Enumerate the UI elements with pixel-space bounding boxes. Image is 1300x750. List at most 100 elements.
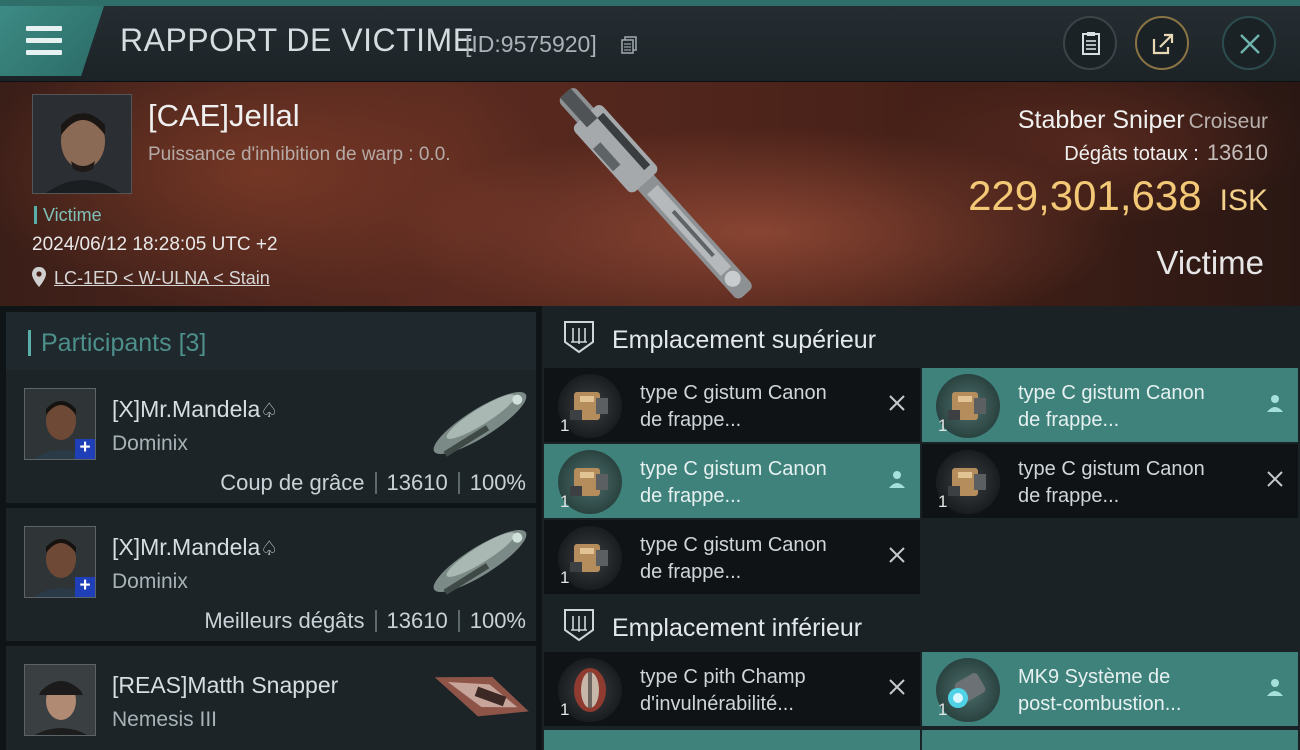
participant-percent: 100%: [469, 470, 526, 495]
participant-name[interactable]: [REAS]Matth Snapper: [112, 672, 338, 699]
module-name: type C gistum Canon de frappe...: [640, 532, 860, 586]
participant-ship: Dominix: [112, 570, 188, 593]
participant-name[interactable]: [X]Mr.Mandela♤: [112, 396, 278, 423]
share-icon: [1152, 33, 1174, 55]
module-name-line: de frappe...: [640, 485, 742, 507]
upper-slot-header: Emplacement supérieur: [542, 306, 1300, 368]
module-item[interactable]: 1 MK9 Système de post-combustion...: [922, 652, 1298, 726]
participant-portrait-image: [25, 665, 95, 735]
total-damage: Dégâts totaux : 13610: [1064, 140, 1268, 166]
participant-card[interactable]: + [X]Mr.Mandela♤ Dominix Meilleurs dégât…: [6, 508, 536, 642]
module-name: type C gistum Canon de frappe...: [640, 456, 860, 510]
participants-header: Participants [3]: [6, 312, 536, 370]
participant-name[interactable]: [X]Mr.Mandela♤: [112, 534, 278, 561]
lower-slot-icon: [564, 609, 594, 642]
kill-datetime: 2024/06/12 18:28:05 UTC +2: [32, 234, 278, 255]
participant-name-text: [X]Mr.Mandela: [112, 534, 261, 560]
module-name-line: de frappe...: [1018, 409, 1120, 431]
location-link[interactable]: LC-1ED < W-ULNA < Stain: [54, 268, 270, 289]
module-item[interactable]: 1 type C gistum Canon de frappe...: [544, 520, 920, 594]
module-item[interactable]: 1 type C gistum Canon de frappe...: [922, 444, 1298, 518]
module-name-line: d'invulnérabilité...: [640, 693, 794, 715]
participant-damage: 13610: [386, 470, 448, 495]
module-name-line: type C gistum Canon: [1018, 382, 1205, 404]
menu-icon-bar: [26, 50, 62, 55]
participants-panel: Participants [3] + [X]Mr.Mandela♤ Domini…: [0, 306, 542, 750]
participant-ship: Nemesis III: [112, 708, 218, 731]
spade-icon: ♤: [260, 538, 279, 560]
menu-icon: [26, 26, 62, 31]
module-item[interactable]: [544, 730, 920, 750]
module-item[interactable]: [922, 730, 1298, 750]
victim-name[interactable]: [CAE]Jellal: [148, 98, 300, 134]
lower-slot-title: Emplacement inférieur: [612, 614, 863, 642]
participant-ship: Dominix: [112, 432, 188, 455]
divider: [457, 610, 460, 632]
participants-count: [3]: [178, 329, 207, 357]
close-button[interactable]: [1222, 16, 1276, 70]
module-item[interactable]: 1 type C pith Champ d'invulnérabilité...: [544, 652, 920, 726]
portrait-image: [33, 95, 131, 193]
report-id: [ID:9575920]: [465, 31, 597, 57]
divider: [457, 472, 460, 494]
victim-hero: [CAE]Jellal Puissance d'inhibition de wa…: [0, 82, 1300, 306]
person-icon: [889, 471, 905, 488]
module-name: type C gistum Canon de frappe...: [640, 380, 860, 434]
victim-ship-name[interactable]: Stabber Sniper Croiseur: [1018, 106, 1268, 135]
victim-portrait[interactable]: [32, 94, 132, 194]
participant-tag: Coup de grâce: [220, 470, 365, 495]
module-name-line: type C pith Champ: [640, 666, 806, 688]
module-name-line: de frappe...: [640, 561, 742, 583]
isk-value-row: 229,301,638 ISK: [968, 172, 1268, 220]
divider: [374, 472, 377, 494]
module-name: type C gistum Canon de frappe...: [1018, 380, 1238, 434]
copy-icon[interactable]: [621, 36, 637, 54]
module-quantity: 1: [560, 700, 570, 719]
menu-button[interactable]: [0, 6, 104, 76]
victim-role-label: Victime: [34, 206, 102, 224]
module-item[interactable]: 1 type C gistum Canon de frappe...: [544, 444, 920, 518]
module-quantity: 1: [938, 416, 948, 435]
participants-title-text: Participants: [41, 329, 172, 357]
lower-slot-header: Emplacement inférieur: [542, 594, 1300, 656]
participant-percent: 100%: [469, 608, 526, 633]
destroyed-icon: [889, 679, 905, 695]
participant-ship-image: [433, 392, 527, 457]
participant-ship-image: [433, 530, 527, 595]
module-item[interactable]: 1 type C gistum Canon de frappe...: [922, 368, 1298, 442]
page-title: RAPPORT DE VICTIME: [120, 22, 475, 58]
module-quantity: 1: [938, 492, 948, 511]
plus-badge: +: [75, 438, 95, 459]
isk-value: 229,301,638: [968, 172, 1202, 219]
ship-render: [559, 88, 752, 299]
divider: [374, 610, 377, 632]
clipboard-button[interactable]: [1063, 16, 1117, 70]
top-bar: RAPPORT DE VICTIME [ID:9575920]: [0, 0, 1300, 82]
module-quantity: 1: [560, 492, 570, 511]
person-icon: [1267, 679, 1283, 696]
upper-slot-title: Emplacement supérieur: [612, 326, 877, 354]
ship-type-name: Stabber Sniper: [1017, 106, 1185, 134]
total-damage-value: 13610: [1206, 140, 1268, 165]
share-button[interactable]: [1135, 16, 1189, 70]
module-name: type C gistum Canon de frappe...: [1018, 456, 1238, 510]
close-icon: [1240, 34, 1260, 54]
module-name-line: type C gistum Canon: [1018, 458, 1205, 480]
upper-slot-icon: [564, 321, 594, 354]
module-name: type C pith Champ d'invulnérabilité...: [640, 664, 860, 718]
participants-title: Participants [3]: [28, 330, 206, 356]
module-item[interactable]: 1 type C gistum Canon de frappe...: [544, 368, 920, 442]
clipboard-icon: [1082, 32, 1100, 55]
location-pin-icon: [32, 267, 46, 287]
participant-ship-image: [434, 676, 529, 717]
participant-card[interactable]: [REAS]Matth Snapper Nemesis III: [6, 646, 536, 750]
destroyed-icon: [889, 395, 905, 411]
participant-card[interactable]: + [X]Mr.Mandela♤ Dominix Coup de grâce 13…: [6, 370, 536, 504]
module-name-line: type C gistum Canon: [640, 534, 827, 556]
module-name-line: de frappe...: [1018, 485, 1120, 507]
module-quantity: 1: [560, 416, 570, 435]
module-quantity: 1: [560, 568, 570, 587]
menu-icon-bar: [26, 38, 62, 43]
fitting-panel: Emplacement supérieur 1 type C gistum Ca…: [542, 306, 1300, 750]
spade-icon: ♤: [260, 400, 279, 422]
